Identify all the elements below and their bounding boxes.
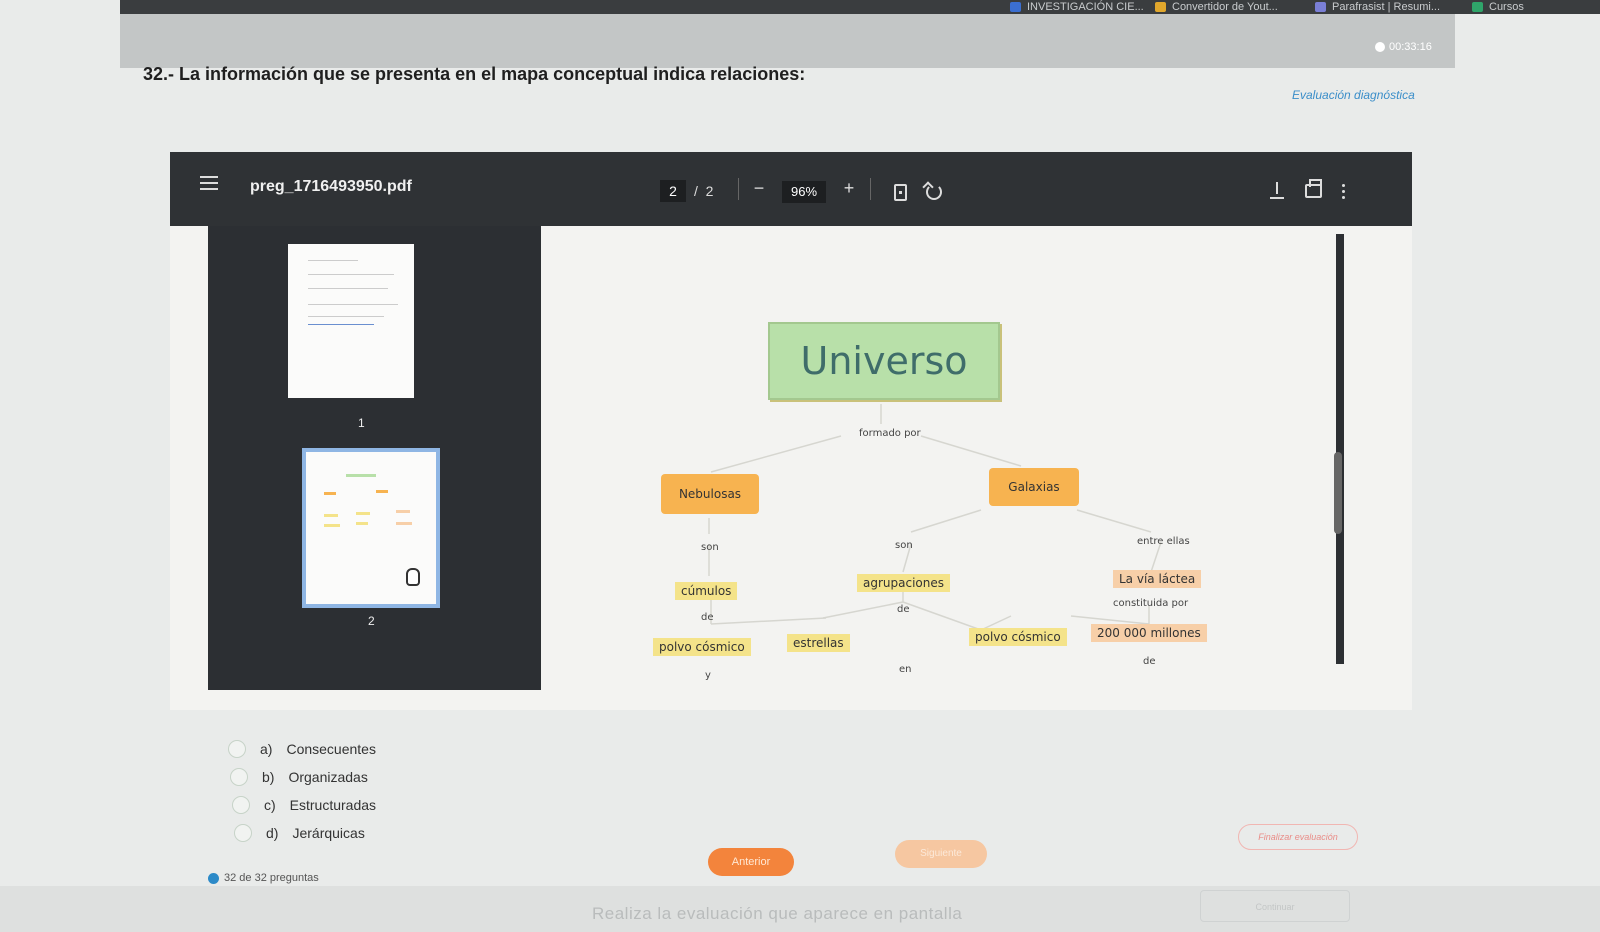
radio-button[interactable] (232, 796, 250, 814)
node-estrellas: estrellas (787, 634, 850, 652)
link-son: son (895, 540, 913, 551)
bookmark-icon (1472, 2, 1483, 12)
print-icon[interactable] (1305, 179, 1322, 198)
option-a[interactable]: a) Consecuentes (228, 740, 376, 758)
bookmark-investigacion[interactable]: INVESTIGACIÓN CIE... (1010, 0, 1144, 14)
zoom-out-button[interactable]: − (748, 178, 770, 199)
zoom-in-button[interactable]: + (838, 178, 860, 199)
clock-icon (1375, 42, 1385, 52)
page-thumbnail-2[interactable] (302, 448, 440, 608)
node-galaxias: Galaxias (989, 468, 1079, 506)
node-cumulos: cúmulos (675, 582, 738, 600)
finish-evaluation-button[interactable]: Finalizar evaluación (1238, 824, 1358, 850)
bookmark-icon (1010, 2, 1021, 12)
download-icon[interactable] (1270, 182, 1284, 200)
radio-button[interactable] (230, 768, 248, 786)
continue-button[interactable]: Continuar (1200, 890, 1350, 922)
option-c[interactable]: c) Estructuradas (232, 796, 376, 814)
question-text: 32.- La información que se presenta en e… (143, 64, 806, 84)
option-b[interactable]: b) Organizadas (230, 768, 368, 786)
bookmarks-bar: INVESTIGACIÓN CIE... Convertidor de Yout… (120, 0, 1600, 14)
link-y: y (705, 670, 711, 681)
menu-icon[interactable] (200, 176, 218, 190)
link-constituida-por: constituida por (1113, 598, 1189, 609)
evaluation-link[interactable]: Evaluación diagnóstica (1292, 88, 1415, 102)
link-de: de (701, 612, 714, 623)
node-via-lactea: La vía láctea (1113, 570, 1202, 588)
link-formado-por: formado por (859, 428, 921, 439)
node-nebulosas: Nebulosas (661, 474, 759, 514)
link-de: de (1143, 656, 1156, 667)
thumbnail-label: 2 (368, 614, 375, 628)
bookmark-parafrasist[interactable]: Parafrasist | Resumi... (1315, 0, 1440, 14)
pdf-toolbar: preg_1716493950.pdf 2 / 2 − 96% + (170, 152, 1412, 226)
bookmark-icon (1155, 2, 1166, 12)
concept-map-connectors (708, 404, 1162, 631)
zoom-input[interactable]: 96% (782, 181, 826, 203)
page-number-input[interactable]: 2 (660, 180, 686, 202)
node-agrupaciones: agrupaciones (857, 574, 950, 592)
radio-button[interactable] (234, 824, 252, 842)
toolbar-divider (738, 178, 739, 200)
rotate-icon[interactable] (926, 184, 942, 200)
concept-map: Universo formado por Nebulosas Galaxias … (541, 226, 1331, 696)
link-entre-ellas: entre ellas (1137, 536, 1190, 547)
more-options-icon[interactable] (1342, 184, 1346, 200)
link-en: en (899, 664, 912, 675)
node-universo: Universo (768, 322, 1000, 400)
pdf-filename: preg_1716493950.pdf (250, 178, 412, 195)
pdf-viewer: preg_1716493950.pdf 2 / 2 − 96% + 1 2 Un… (170, 152, 1412, 710)
node-polvo-cosmico-2: polvo cósmico (969, 628, 1067, 646)
option-d[interactable]: d) Jerárquicas (234, 824, 365, 842)
question-counter: 32 de 32 preguntas (208, 872, 319, 884)
toolbar-divider (870, 178, 871, 200)
link-de: de (897, 604, 910, 615)
thumbnail-label: 1 (358, 416, 365, 430)
bookmark-icon (1315, 2, 1326, 12)
footer-instruction: Realiza la evaluación que aparece en pan… (592, 904, 963, 923)
info-icon (208, 872, 219, 884)
previous-button[interactable]: Anterior (708, 848, 794, 876)
page-thumbnail-1[interactable] (288, 244, 414, 398)
pdf-scrollbar[interactable] (1336, 234, 1344, 664)
pdf-scroll-thumb[interactable] (1334, 452, 1342, 534)
header-band (120, 14, 1455, 68)
bookmark-convertidor[interactable]: Convertidor de Yout... (1155, 0, 1278, 14)
radio-button[interactable] (228, 740, 246, 758)
hand-cursor-icon (406, 568, 420, 586)
thumbnail-sidebar: 1 2 (208, 226, 541, 690)
node-200000-millones: 200 000 millones (1091, 624, 1207, 642)
page-total: / 2 (694, 183, 714, 199)
fit-page-icon[interactable] (894, 184, 907, 201)
timer: 00:33:16 (1375, 41, 1432, 53)
next-button[interactable]: Siguiente (895, 840, 987, 868)
node-polvo-cosmico: polvo cósmico (653, 638, 751, 656)
bookmark-cursos[interactable]: Cursos (1472, 0, 1524, 14)
link-son: son (701, 542, 719, 553)
